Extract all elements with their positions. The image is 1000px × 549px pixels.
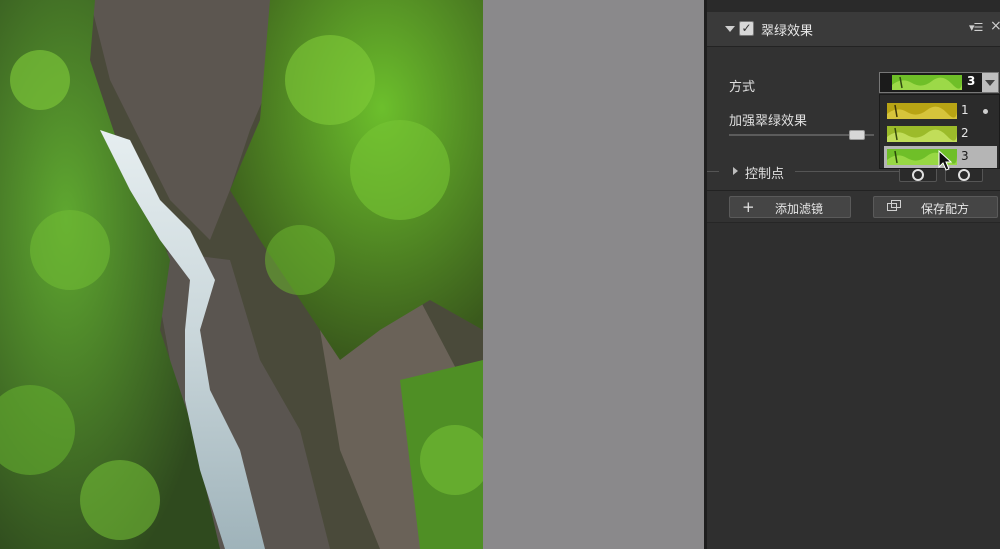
waterfall-photo (0, 0, 483, 549)
method-option-2[interactable]: 2 (884, 123, 997, 145)
enhance-label: 加强翠绿效果 (729, 114, 808, 129)
filter-enable-checkbox[interactable]: ✓ (739, 21, 754, 36)
option-label: 3 (961, 149, 969, 163)
divider (707, 171, 719, 172)
filter-title: 翠绿效果 (761, 24, 814, 39)
save-recipe-label: 保存配方 (921, 202, 970, 216)
add-filter-button[interactable]: + 添加滤镜 (729, 196, 851, 218)
plus-icon: + (742, 198, 755, 216)
copy-icon (887, 200, 901, 211)
method-label: 方式 (729, 80, 756, 95)
method-dropdown[interactable]: 3 (879, 72, 999, 93)
method-selected-value: 3 (967, 74, 976, 88)
method-option-1[interactable]: 1 (884, 100, 997, 122)
save-recipe-button[interactable]: 保存配方 (873, 196, 998, 218)
workspace-background (483, 0, 704, 549)
mouse-cursor-icon (938, 150, 952, 171)
filter-header[interactable]: ✓ 翠绿效果 ▾☰ × (707, 12, 1000, 47)
current-option-dot (983, 109, 988, 114)
divider (707, 190, 1000, 191)
photo-preview (0, 0, 483, 549)
method-preview-swatch (892, 75, 962, 90)
collapse-arrow-icon[interactable] (725, 26, 735, 32)
option-swatch (887, 126, 957, 142)
option-label: 1 (961, 103, 969, 117)
expand-arrow-icon[interactable] (733, 167, 738, 175)
close-icon[interactable]: × (990, 18, 1000, 34)
filter-panel: ✓ 翠绿效果 ▾☰ × 方式 加强翠绿效果 控制点 + 添加滤镜 保存配方 3 (704, 0, 1000, 549)
panel-empty-area (707, 223, 1000, 549)
option-label: 2 (961, 126, 969, 140)
option-swatch (887, 103, 957, 119)
control-point-icon (958, 169, 970, 181)
panel-top-strip (707, 0, 1000, 12)
divider (795, 171, 905, 172)
menu-icon[interactable]: ▾☰ (969, 21, 983, 34)
add-filter-label: 添加滤镜 (775, 202, 824, 216)
enhance-slider-handle[interactable] (848, 130, 865, 140)
chevron-down-icon[interactable] (982, 73, 998, 92)
control-points-label[interactable]: 控制点 (745, 163, 784, 182)
control-point-icon (912, 169, 924, 181)
